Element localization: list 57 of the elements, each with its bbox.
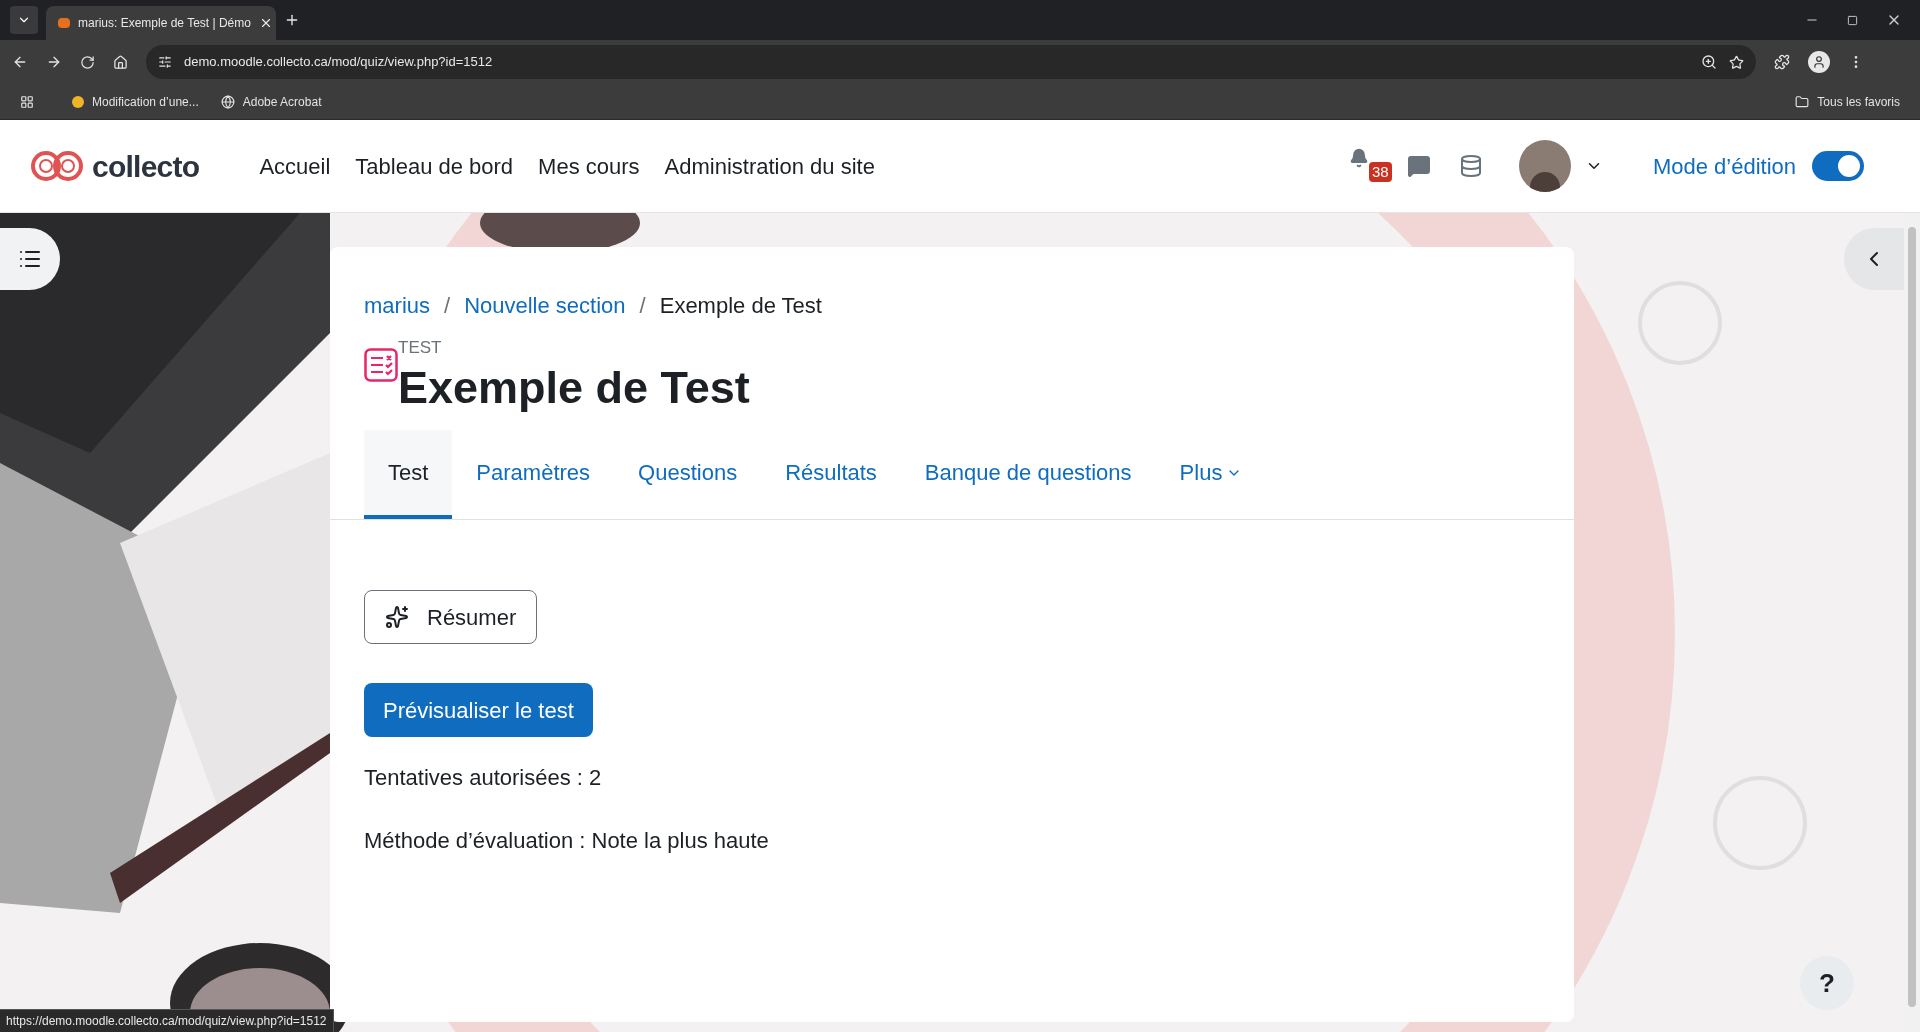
quiz-info-text: Méthode d’évaluation : Note la plus haute xyxy=(364,827,769,855)
site-icon xyxy=(58,18,70,28)
address-bar[interactable]: demo.moodle.collecto.ca/mod/quiz/view.php?id=1512 xyxy=(146,45,1756,79)
bookmark-favicon-icon xyxy=(72,95,84,108)
summarize-button[interactable]: Résumer xyxy=(364,590,538,644)
home-icon[interactable] xyxy=(113,54,128,70)
tab[interactable]: Questions xyxy=(614,430,762,519)
back-icon[interactable] xyxy=(12,54,28,70)
tab[interactable]: Test xyxy=(364,430,453,519)
course-index-button[interactable] xyxy=(0,228,60,290)
extensions-icon[interactable] xyxy=(1774,54,1790,70)
more-menu-tab[interactable]: Plus xyxy=(1155,430,1267,519)
breadcrumb-separator: / xyxy=(444,292,451,320)
tab[interactable]: Paramètres xyxy=(452,430,615,519)
restore-icon[interactable] xyxy=(1847,14,1858,26)
preview-button[interactable]: Prévisualiser le test xyxy=(364,683,593,737)
notification-count: 38 xyxy=(1368,162,1392,182)
quiz-icon xyxy=(364,348,398,382)
sparkles-icon xyxy=(385,605,409,629)
breadcrumb-link[interactable]: Nouvelle section xyxy=(464,289,626,322)
tab[interactable]: Banque de questions xyxy=(900,430,1156,519)
nav-link[interactable]: Accueil xyxy=(259,149,331,183)
bookmark-link[interactable]: Modification d’une... xyxy=(72,92,199,111)
all-bookmarks-link[interactable]: Tous les favoris xyxy=(1795,92,1900,111)
edit-mode-label: Mode d’édition xyxy=(1652,152,1796,181)
quiz-info-text: Tentatives autorisées : 2 xyxy=(364,764,602,792)
zoom-icon[interactable] xyxy=(1701,54,1717,70)
logo-icon xyxy=(30,150,84,182)
browser-tab[interactable]: marius: Exemple de Test | Démo xyxy=(46,6,276,40)
bookmark-link[interactable]: Adobe Acrobat xyxy=(220,92,322,111)
site-settings-icon[interactable] xyxy=(158,55,172,69)
status-bar: https://demo.moodle.collecto.ca/mod/quiz/view.php?id=1512 xyxy=(0,1009,334,1032)
globe-icon xyxy=(220,94,235,109)
breadcrumb-link[interactable]: marius xyxy=(364,289,430,322)
breadcrumb-separator: / xyxy=(639,292,646,320)
tab[interactable]: Résultats xyxy=(761,430,901,519)
profile-icon[interactable] xyxy=(1812,55,1826,69)
star-icon[interactable] xyxy=(1729,54,1744,70)
page-title: Exemple de Test xyxy=(398,361,750,415)
reload-icon[interactable] xyxy=(80,54,95,70)
tab-title: marius: Exemple de Test | Démo xyxy=(78,15,251,32)
message-icon[interactable] xyxy=(1406,154,1431,178)
site-logo[interactable]: collecto xyxy=(30,143,200,189)
edit-mode-toggle[interactable] xyxy=(1812,151,1864,181)
nav-link[interactable]: Tableau de bord xyxy=(355,149,514,183)
apps-icon[interactable] xyxy=(20,94,34,109)
database-icon[interactable] xyxy=(1458,154,1483,178)
nav-link[interactable]: Mes cours xyxy=(538,149,640,183)
url-text: demo.moodle.collecto.ca/mod/quiz/view.php?id=1512 xyxy=(184,53,493,72)
forward-icon[interactable] xyxy=(46,54,62,70)
breadcrumb-current: Exemple de Test xyxy=(659,292,822,320)
folder-icon xyxy=(1795,94,1810,109)
bell-icon[interactable] xyxy=(1348,148,1369,168)
avatar[interactable] xyxy=(1518,140,1571,192)
nav-link[interactable]: Administration du site xyxy=(664,149,875,183)
activity-type-label: TEST xyxy=(398,338,443,358)
new-tab-icon[interactable] xyxy=(284,12,300,28)
